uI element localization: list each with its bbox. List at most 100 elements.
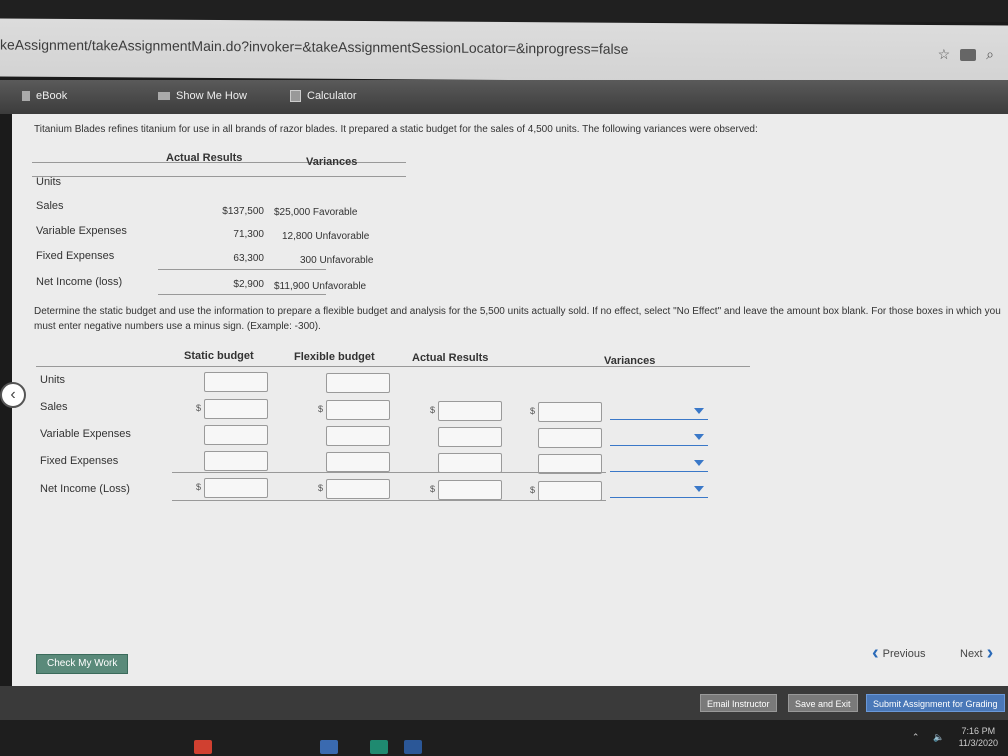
answer-header-rule — [36, 366, 750, 367]
star-icon[interactable]: ☆ — [938, 46, 951, 63]
actual-variable-input[interactable] — [438, 427, 502, 447]
variance-variable-select[interactable] — [610, 430, 708, 446]
actual-net-input[interactable] — [438, 480, 502, 500]
given-row-sales: Sales — [36, 200, 64, 212]
browser-icons: ☆ ⌕ — [938, 46, 994, 63]
actual-fixed-input[interactable] — [438, 453, 502, 473]
next-label: Next — [960, 647, 983, 660]
app-icon[interactable] — [194, 740, 212, 754]
app-icon[interactable] — [320, 740, 338, 754]
answer-header-flexible: Flexible budget — [294, 351, 375, 363]
calculator-button[interactable]: Calculator — [290, 90, 357, 102]
clock-time: 7:16 PM — [961, 726, 996, 736]
answer-row-variable: Variable Expenses — [40, 428, 131, 440]
given-sales-actual: $137,500 — [222, 206, 264, 217]
static-net-input[interactable] — [204, 478, 268, 498]
currency-symbol: $ — [530, 406, 536, 416]
zoom-icon[interactable]: ⌕ — [986, 46, 994, 63]
given-fixed-actual: 63,300 — [233, 253, 264, 264]
currency-symbol: $ — [196, 482, 202, 492]
currency-symbol: $ — [196, 403, 202, 413]
video-icon — [158, 92, 170, 100]
flexible-units-input[interactable] — [326, 373, 390, 393]
answer-row-units: Units — [40, 374, 66, 386]
system-tray: ⌃ 🔈 7:16 PM 11/3/2020 — [912, 726, 998, 749]
windows-taskbar: ⌃ 🔈 7:16 PM 11/3/2020 — [0, 720, 1008, 756]
currency-symbol: $ — [430, 405, 436, 415]
given-net-actual: $2,900 — [233, 279, 264, 290]
flexible-fixed-input[interactable] — [326, 452, 390, 472]
instructions: Determine the static budget and use the … — [34, 306, 1001, 332]
given-table-rule — [32, 176, 406, 177]
variance-net-input[interactable] — [538, 481, 602, 501]
assignment-footer: Email Instructor Save and Exit Submit As… — [0, 686, 1008, 720]
static-units-input[interactable] — [204, 372, 268, 392]
email-instructor-button[interactable]: Email Instructor — [700, 694, 777, 712]
given-fixed-variance: 300 Unfavorable — [300, 255, 374, 266]
chevron-down-icon — [694, 460, 704, 466]
given-row-fixed: Fixed Expenses — [36, 250, 115, 262]
given-row-net-income: Net Income (loss) — [36, 276, 123, 288]
clock[interactable]: 7:16 PM 11/3/2020 — [959, 726, 998, 749]
submit-assignment-button[interactable]: Submit Assignment for Grading — [866, 694, 1005, 712]
answer-row-sales: Sales — [40, 401, 68, 413]
static-variable-input[interactable] — [204, 425, 268, 445]
chevron-left-icon[interactable]: ‹ — [0, 382, 26, 408]
given-row-units: Units — [36, 176, 62, 188]
given-variable-actual: 71,300 — [233, 229, 264, 240]
variance-sales-select[interactable] — [610, 404, 708, 420]
currency-symbol: $ — [430, 484, 436, 494]
flexible-variable-input[interactable] — [326, 426, 390, 446]
answer-header-actual: Actual Results — [412, 352, 489, 364]
extension-icon[interactable] — [960, 48, 977, 61]
app-icon[interactable] — [370, 740, 388, 754]
previous-button[interactable]: ‹ Previous — [872, 642, 925, 665]
chevron-down-icon — [694, 434, 704, 440]
currency-symbol: $ — [530, 485, 536, 495]
currency-symbol: $ — [318, 483, 324, 493]
given-total-rule — [158, 294, 326, 295]
ebook-button[interactable]: eBook — [22, 90, 67, 102]
url-text[interactable]: keAssignment/takeAssignmentMain.do?invok… — [0, 36, 628, 56]
currency-symbol: $ — [318, 404, 324, 414]
word-icon[interactable] — [404, 740, 422, 754]
answer-subtotal-rule — [172, 472, 606, 473]
flexible-sales-input[interactable] — [326, 400, 390, 420]
app-toolbar: eBook Show Me How Calculator — [0, 80, 1008, 114]
variance-net-select[interactable] — [610, 482, 708, 498]
static-sales-input[interactable] — [204, 399, 268, 419]
given-header-variances: Variances — [306, 156, 358, 168]
given-header-actual: Actual Results — [166, 152, 243, 164]
network-icon[interactable]: ⌃ — [912, 732, 920, 743]
calculator-icon — [290, 90, 301, 102]
browser-address-bar[interactable]: keAssignment/takeAssignmentMain.do?invok… — [0, 18, 1008, 84]
show-me-how-button[interactable]: Show Me How — [158, 90, 247, 102]
answer-row-fixed: Fixed Expenses — [40, 455, 119, 467]
chevron-right-icon: › — [986, 642, 994, 664]
next-button[interactable]: Next › — [960, 642, 993, 665]
volume-icon[interactable]: 🔈 — [933, 732, 944, 743]
answer-row-net-income: Net Income (Loss) — [40, 483, 130, 495]
check-my-work-button[interactable]: Check My Work — [36, 654, 129, 674]
given-variable-variance: 12,800 Unfavorable — [282, 231, 370, 242]
chevron-down-icon — [694, 408, 704, 414]
static-fixed-input[interactable] — [204, 451, 268, 471]
calculator-label: Calculator — [307, 90, 357, 102]
given-row-variable: Variable Expenses — [36, 225, 127, 237]
variance-fixed-input[interactable] — [538, 454, 602, 474]
previous-label: Previous — [882, 647, 926, 660]
actual-sales-input[interactable] — [438, 401, 502, 421]
answer-total-rule — [172, 500, 606, 501]
flexible-net-input[interactable] — [326, 479, 390, 499]
problem-intro: Titanium Blades refines titanium for use… — [34, 124, 758, 135]
variance-fixed-select[interactable] — [610, 456, 708, 472]
variance-sales-input[interactable] — [538, 402, 602, 422]
show-me-how-label: Show Me How — [176, 90, 247, 102]
chevron-down-icon — [694, 486, 704, 492]
save-and-exit-button[interactable]: Save and Exit — [788, 694, 858, 712]
given-sales-variance: $25,000 Favorable — [274, 207, 358, 218]
question-panel: Titanium Blades refines titanium for use… — [0, 114, 1008, 686]
given-net-variance: $11,900 Unfavorable — [274, 281, 367, 292]
variance-variable-input[interactable] — [538, 428, 602, 448]
ebook-label: eBook — [36, 90, 68, 102]
